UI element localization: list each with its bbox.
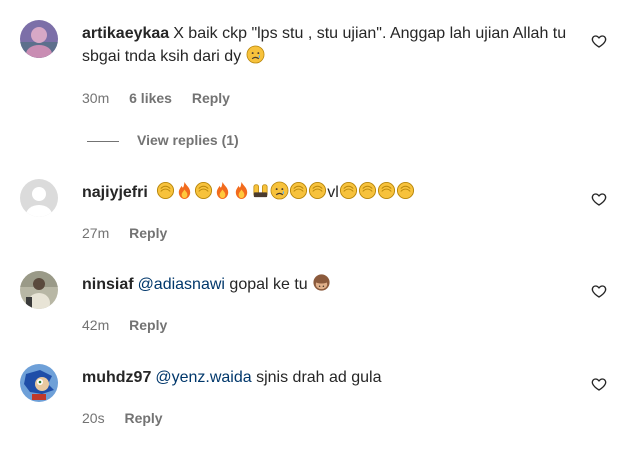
comment-text: gopal ke tu: [229, 276, 308, 293]
comment-username[interactable]: artikaeykaa: [82, 25, 169, 42]
clapping-hands-icon: [377, 181, 396, 200]
clapping-hands-icon: [358, 181, 377, 200]
reply-button[interactable]: Reply: [129, 317, 167, 333]
comment-likes[interactable]: 6 likes: [129, 90, 172, 106]
divider: [87, 140, 119, 142]
fire-icon: [213, 181, 232, 200]
comment-content: najiyjefri vl: [82, 181, 583, 204]
view-replies-button[interactable]: View replies (1): [87, 132, 239, 148]
see-no-evil-monkey-icon: [312, 273, 331, 292]
comment-time: 27m: [82, 225, 110, 241]
comment-time: 30m: [82, 90, 110, 106]
comment-text: vl: [327, 184, 339, 201]
reply-button[interactable]: Reply: [124, 410, 162, 426]
clapping-hands-icon: [156, 181, 175, 200]
comment-username[interactable]: ninsiaf: [82, 276, 134, 293]
comment-text: sjnis drah ad gula: [256, 369, 382, 386]
clapping-hands-icon: [308, 181, 327, 200]
heart-outline-icon[interactable]: [591, 33, 607, 49]
comment-meta: 42m Reply: [82, 317, 183, 333]
raising-hands-icon: [251, 181, 270, 200]
comment-content: ninsiaf @adiasnawi gopal ke tu: [82, 273, 583, 296]
comment-content: muhdz97 @yenz.waida sjnis drah ad gula: [82, 366, 583, 389]
fire-icon: [232, 181, 251, 200]
heart-outline-icon[interactable]: [591, 191, 607, 207]
clapping-hands-icon: [339, 181, 358, 200]
reply-button[interactable]: Reply: [129, 225, 167, 241]
comment-meta: 20s Reply: [82, 410, 179, 426]
comment-username[interactable]: muhdz97: [82, 369, 151, 386]
mention-link[interactable]: @yenz.waida: [155, 369, 251, 386]
view-replies-label: View replies (1): [137, 132, 239, 148]
avatar[interactable]: [20, 179, 58, 217]
comment-content: artikaeykaa X baik ckp "lps stu , stu uji…: [82, 22, 583, 68]
heart-outline-icon[interactable]: [591, 376, 607, 392]
comment-meta: 27m Reply: [82, 225, 183, 241]
avatar[interactable]: [20, 20, 58, 58]
avatar[interactable]: [20, 271, 58, 309]
clapping-hands-icon: [396, 181, 415, 200]
reply-button[interactable]: Reply: [192, 90, 230, 106]
clapping-hands-icon: [289, 181, 308, 200]
mention-link[interactable]: @adiasnawi: [138, 276, 225, 293]
fire-icon: [175, 181, 194, 200]
crying-face-icon: [270, 181, 289, 200]
comment-meta: 30m 6 likes Reply: [82, 90, 246, 106]
heart-outline-icon[interactable]: [591, 283, 607, 299]
comment-username[interactable]: najiyjefri: [82, 184, 148, 201]
comment-time: 20s: [82, 410, 105, 426]
crying-face-icon: [246, 45, 265, 64]
avatar[interactable]: [20, 364, 58, 402]
clapping-hands-icon: [194, 181, 213, 200]
comment-time: 42m: [82, 317, 110, 333]
